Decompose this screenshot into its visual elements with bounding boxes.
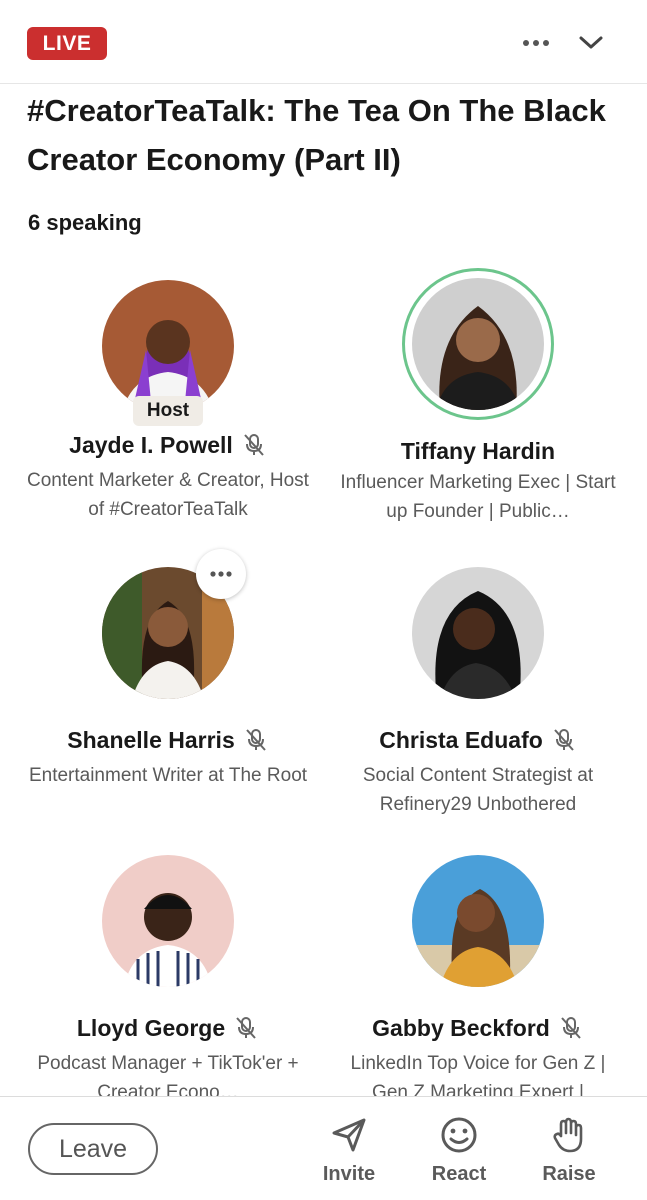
avatar-container — [100, 549, 246, 701]
speaker-name-row: Gabby Beckford — [318, 1013, 638, 1043]
speaker-name-row: Shanelle Harris — [8, 725, 328, 755]
speaker-headline: Influencer Marketing Exec | Start up Fou… — [340, 472, 616, 522]
avatar-container — [410, 565, 546, 701]
raised-hand-icon — [553, 1117, 583, 1153]
avatar-container — [100, 853, 236, 989]
mic-muted-icon — [245, 729, 266, 751]
speaker-card[interactable]: Lloyd George Podcast Manager + TikTok'er… — [8, 853, 328, 1107]
leave-button[interactable]: Leave — [28, 1123, 158, 1175]
speaker-more-button[interactable] — [196, 549, 246, 599]
speaker-headline: Social Content Strategist at Refinery29 … — [362, 765, 594, 815]
mic-muted-icon — [554, 729, 574, 751]
raise-label: Raise — [542, 1163, 596, 1185]
react-label: React — [431, 1163, 487, 1185]
mic-muted-icon — [236, 1017, 256, 1039]
invite-label: Invite — [322, 1163, 376, 1185]
speaker-name: Gabby Beckford — [372, 1014, 550, 1041]
speaker-name-row: Jayde I. Powell — [8, 430, 328, 460]
speaker-name: Lloyd George — [76, 1014, 226, 1041]
raise-hand-button[interactable]: Raise — [524, 1115, 614, 1186]
speaker-card[interactable]: Christa Eduafo Social Content Strategist… — [318, 565, 638, 819]
speaking-count: 6 speaking — [28, 210, 142, 235]
speaker-card[interactable]: Shanelle Harris Entertainment Writer at … — [8, 549, 328, 790]
send-icon — [332, 1118, 366, 1152]
avatar — [102, 280, 234, 412]
event-title: #CreatorTeaTalk: The Tea On The Black Cr… — [27, 93, 606, 177]
invite-button[interactable]: Invite — [304, 1115, 394, 1186]
speaker-card[interactable]: Gabby Beckford LinkedIn Top Voice for Ge… — [318, 853, 638, 1107]
chevron-down-icon — [579, 36, 603, 49]
more-horizontal-icon — [210, 571, 232, 577]
avatar-container: Host — [100, 278, 236, 426]
avatar-container — [410, 853, 546, 989]
avatar — [102, 855, 234, 987]
speaker-card[interactable]: Tiffany Hardin Influencer Marketing Exec… — [318, 268, 638, 526]
avatar — [412, 278, 544, 410]
host-badge: Host — [133, 396, 203, 426]
speaker-name: Shanelle Harris — [67, 726, 235, 753]
collapse-button[interactable] — [574, 30, 608, 56]
avatar — [412, 855, 544, 987]
smiley-icon — [441, 1117, 477, 1153]
bottom-action-bar: Leave Invite React Raise — [0, 1096, 647, 1200]
speaker-name-row: Christa Eduafo — [318, 725, 638, 755]
speaker-headline: Entertainment Writer at The Root — [28, 765, 308, 786]
speaker-name: Jayde I. Powell — [69, 431, 233, 458]
react-button[interactable]: React — [414, 1115, 504, 1186]
speaker-name: Tiffany Hardin — [400, 437, 556, 464]
top-bar: LIVE — [0, 0, 647, 84]
speaker-name-row: Lloyd George — [8, 1013, 328, 1043]
mic-muted-icon — [561, 1017, 581, 1039]
speaker-card[interactable]: Host Jayde I. Powell Content Marketer & … — [8, 278, 328, 524]
speaker-name: Christa Eduafo — [379, 726, 543, 753]
mic-muted-icon — [244, 434, 264, 456]
live-badge: LIVE — [27, 27, 107, 60]
avatar — [412, 567, 544, 699]
more-options-button[interactable] — [518, 30, 554, 56]
speaker-headline: Content Marketer & Creator, Host of #Cre… — [27, 470, 309, 520]
more-horizontal-icon — [523, 40, 549, 46]
avatar-container — [402, 268, 554, 420]
speaker-name-row: Tiffany Hardin — [318, 436, 638, 466]
